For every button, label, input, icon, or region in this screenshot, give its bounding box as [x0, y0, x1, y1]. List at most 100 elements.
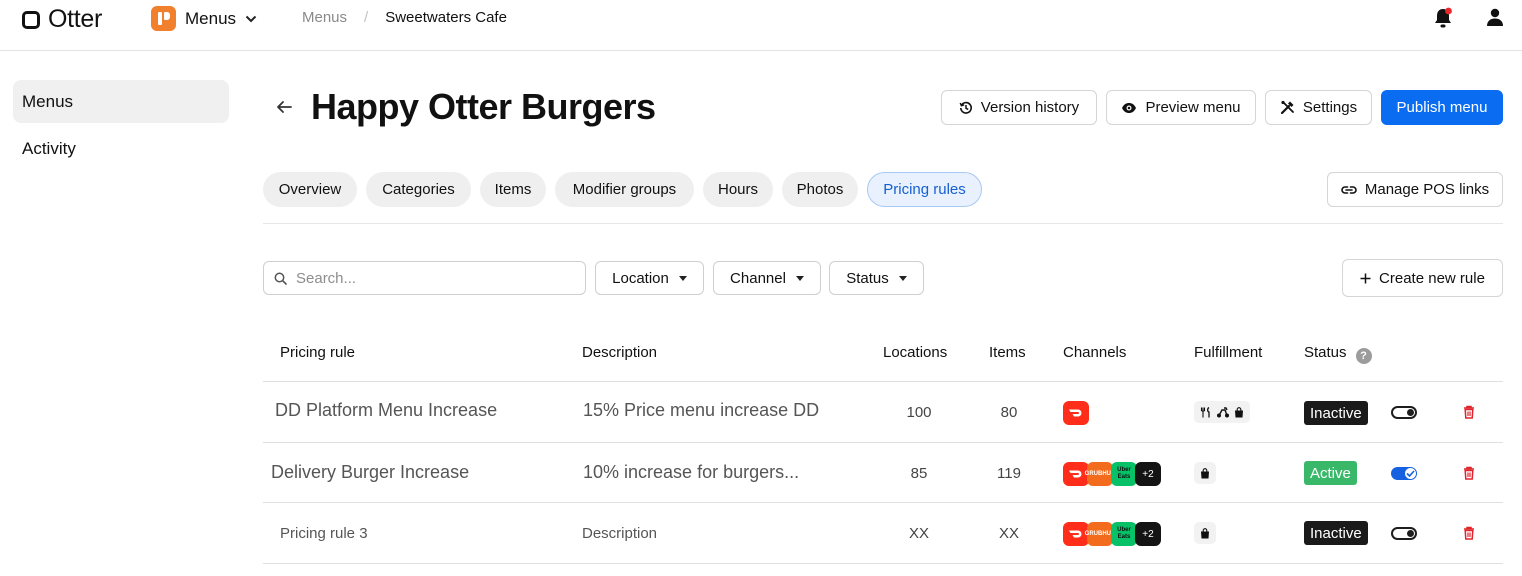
- tab-items[interactable]: Items: [480, 172, 546, 207]
- create-new-rule-button[interactable]: Create new rule: [1342, 259, 1503, 297]
- sidebar-item-menus[interactable]: Menus: [13, 80, 229, 123]
- eye-icon: [1122, 102, 1137, 113]
- column-header-items: Items: [989, 344, 1026, 361]
- rule-locations: XX: [908, 525, 929, 542]
- publish-menu-button[interactable]: Publish menu: [1381, 90, 1503, 125]
- column-header-pricing-rule: Pricing rule: [280, 344, 356, 361]
- row-divider: [263, 442, 1503, 443]
- status-badge: Active: [1304, 461, 1357, 485]
- link-icon: [1341, 185, 1357, 194]
- version-history-button[interactable]: Version history: [941, 90, 1097, 125]
- sidebar-item-activity[interactable]: Activity: [13, 127, 229, 170]
- status-filter-label: Status: [846, 269, 889, 287]
- rule-items: 80: [1000, 404, 1018, 421]
- more-channels-badge[interactable]: +2: [1135, 522, 1161, 546]
- channel-list: GRUBHUB Uber Eats +2: [1063, 522, 1161, 546]
- chevron-down-icon: [245, 15, 257, 22]
- fulfillment-list: [1194, 401, 1250, 423]
- history-icon: [959, 101, 972, 114]
- row-divider: [263, 563, 1503, 564]
- back-arrow-icon[interactable]: [275, 99, 293, 115]
- check-icon: [1406, 470, 1415, 477]
- fulfillment-list: [1194, 462, 1216, 484]
- tab-hours[interactable]: Hours: [703, 172, 773, 207]
- tab-photos[interactable]: Photos: [782, 172, 858, 207]
- top-bar: Otter Menus Menus / Sweetwaters Cafe: [0, 0, 1522, 51]
- notification-bell-icon[interactable]: [1433, 7, 1453, 29]
- search-input[interactable]: [296, 269, 556, 287]
- channel-filter-label: Channel: [730, 269, 786, 287]
- rule-items: 119: [997, 465, 1021, 482]
- rule-description: 10% increase for burgers...: [583, 462, 800, 482]
- version-history-label: Version history: [980, 99, 1080, 116]
- breadcrumb-menus[interactable]: Menus: [302, 9, 347, 26]
- status-badge: Inactive: [1304, 521, 1368, 545]
- tab-overview[interactable]: Overview: [263, 172, 357, 207]
- location-filter-dropdown[interactable]: Location: [595, 261, 704, 295]
- delivery-icon: [1217, 406, 1229, 417]
- tab-modifier-groups[interactable]: Modifier groups: [555, 172, 694, 207]
- tools-icon: [1280, 100, 1294, 115]
- tab-categories[interactable]: Categories: [366, 172, 471, 207]
- page-title: Happy Otter Burgers: [311, 86, 656, 127]
- menus-app-icon: [151, 6, 176, 31]
- manage-pos-links-button[interactable]: Manage POS links: [1327, 172, 1503, 207]
- rule-name[interactable]: Pricing rule 3: [280, 525, 368, 542]
- rule-name[interactable]: DD Platform Menu Increase: [275, 400, 497, 421]
- rule-locations: 85: [910, 465, 928, 482]
- rule-locations: 100: [906, 404, 932, 421]
- location-filter-label: Location: [612, 269, 669, 287]
- status-badge: Inactive: [1304, 401, 1368, 425]
- search-box[interactable]: [263, 261, 586, 295]
- tab-pricing-rules[interactable]: Pricing rules: [867, 172, 982, 207]
- column-header-description: Description: [582, 344, 658, 361]
- table-header-divider: [263, 381, 1503, 382]
- manage-pos-links-label: Manage POS links: [1364, 181, 1490, 198]
- pickup-bag-icon: [1235, 406, 1243, 417]
- user-account-icon[interactable]: [1485, 7, 1505, 27]
- otter-logo-icon: [22, 10, 40, 29]
- rule-description: 15% Price menu increase DD: [583, 400, 820, 420]
- status-filter-dropdown[interactable]: Status: [829, 261, 924, 295]
- app-name: Menus: [185, 8, 237, 28]
- status-header-label: Status: [1304, 344, 1347, 361]
- create-new-rule-label: Create new rule: [1379, 269, 1485, 287]
- app-switcher[interactable]: Menus: [151, 6, 257, 31]
- column-header-channels: Channels: [1063, 344, 1127, 361]
- settings-button[interactable]: Settings: [1265, 90, 1372, 125]
- channel-list: [1063, 401, 1089, 425]
- grubhub-icon: GRUBHUB: [1085, 522, 1115, 546]
- delete-trash-icon[interactable]: [1463, 526, 1475, 540]
- ubereats-icon: Uber Eats: [1111, 462, 1137, 486]
- delete-trash-icon[interactable]: [1463, 466, 1475, 480]
- dine-in-icon: [1200, 406, 1210, 417]
- doordash-icon: [1063, 401, 1089, 425]
- caret-down-icon: [795, 275, 804, 281]
- channel-list: GRUBHUB Uber Eats +2: [1063, 462, 1161, 486]
- help-icon[interactable]: ?: [1355, 348, 1372, 364]
- pickup-bag-icon: [1201, 467, 1209, 478]
- brand-name: Otter: [48, 5, 103, 33]
- breadcrumb-separator: /: [364, 9, 369, 26]
- preview-menu-label: Preview menu: [1145, 99, 1241, 116]
- fulfillment-list: [1194, 522, 1216, 544]
- status-toggle[interactable]: [1391, 527, 1417, 540]
- tabs-divider: [263, 223, 1503, 224]
- breadcrumb-current: Sweetwaters Cafe: [385, 9, 507, 26]
- search-icon: [274, 272, 287, 285]
- otter-logo[interactable]: Otter: [22, 5, 102, 34]
- caret-down-icon: [898, 275, 907, 281]
- rule-name[interactable]: Delivery Burger Increase: [271, 462, 469, 483]
- ubereats-icon: Uber Eats: [1111, 522, 1137, 546]
- status-toggle[interactable]: [1391, 406, 1417, 419]
- row-divider: [263, 502, 1503, 503]
- delete-trash-icon[interactable]: [1463, 405, 1475, 419]
- breadcrumb: Menus / Sweetwaters Cafe: [302, 9, 507, 26]
- status-toggle[interactable]: [1391, 467, 1417, 480]
- column-header-locations: Locations: [883, 344, 948, 361]
- settings-label: Settings: [1302, 99, 1358, 116]
- preview-menu-button[interactable]: Preview menu: [1106, 90, 1256, 125]
- more-channels-badge[interactable]: +2: [1135, 462, 1161, 486]
- grubhub-icon: GRUBHUB: [1085, 462, 1115, 486]
- channel-filter-dropdown[interactable]: Channel: [713, 261, 821, 295]
